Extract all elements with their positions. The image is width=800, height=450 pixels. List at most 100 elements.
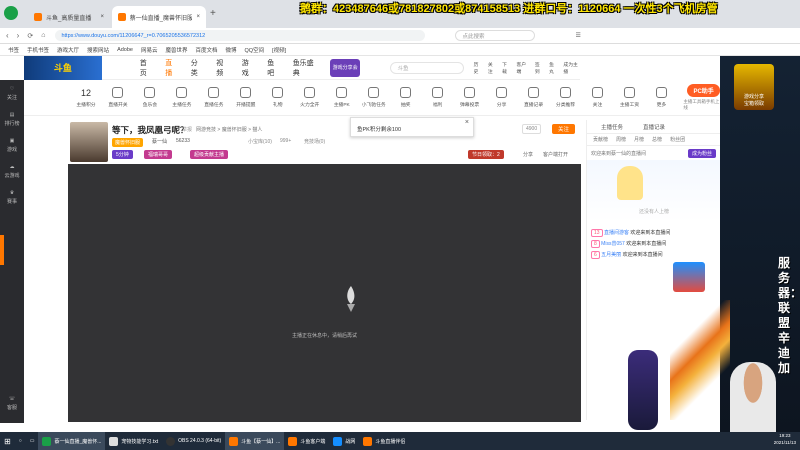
nav-festival[interactable]: 鱼乐盛典 [293, 58, 316, 78]
taskbar-item[interactable]: 斗鱼【蔡一仙】... [225, 432, 285, 450]
fan-button[interactable]: 成为粉丝 [687, 148, 716, 158]
clock[interactable]: 19:23 2021/11/13 [770, 432, 800, 450]
checkin-button[interactable]: 签到 [535, 61, 543, 75]
bookmark-item[interactable]: 百度文档 [196, 46, 218, 54]
streamer-nickname[interactable]: 蔡一仙 [152, 138, 167, 145]
browser-search-input[interactable]: 点此搜索 [455, 30, 536, 41]
event-ad[interactable]: 游戏分享 宝箱领取 [734, 64, 774, 110]
extensions-icon[interactable]: ☰ [575, 32, 580, 39]
search-taskbar-button[interactable]: ○ [15, 432, 26, 450]
sidebar-item-follow[interactable]: ♡ 关注 [0, 80, 24, 106]
tab-fans[interactable]: 粉丝团 [670, 136, 685, 143]
tool-item[interactable]: 主播任务 [166, 87, 198, 108]
tab-douyu-home[interactable]: 斗鱼_高质量直播 × [28, 6, 110, 28]
chat-user[interactable]: 直播间游客 [604, 230, 629, 236]
bookmark-item[interactable]: 微博 [226, 46, 237, 54]
promo-badge-icon[interactable] [673, 262, 705, 292]
client-button[interactable]: 客户端 [516, 61, 528, 75]
home-icon[interactable]: ⌂ [41, 32, 45, 39]
back-icon[interactable]: ‹ [6, 31, 9, 40]
follow-list-button[interactable]: 关注 [488, 61, 496, 75]
new-tab-button[interactable]: + [210, 8, 216, 19]
reload-icon[interactable]: ⟳ [27, 32, 33, 40]
bookmark-item[interactable]: Adobe [117, 47, 133, 53]
client-open-button[interactable]: 客户端打开 [543, 151, 568, 158]
taskbar-item[interactable]: 斗鱼直播伴侣 [359, 432, 409, 450]
taskbar-item[interactable]: 蔡一仙直播_魔兽怀... [38, 432, 106, 450]
close-icon[interactable]: × [465, 119, 469, 126]
nav-category[interactable]: 分类 [191, 58, 202, 78]
douyu-search-input[interactable]: 斗鱼 [390, 61, 464, 74]
sidebar-item-game[interactable]: ▣ 游戏 [0, 132, 24, 158]
start-button[interactable]: ⊞ [0, 432, 15, 450]
taskbar-item[interactable]: 战网 [329, 432, 359, 450]
tool-item[interactable]: 直播记录 [518, 87, 550, 108]
tool-item[interactable]: 直播任务 [198, 87, 230, 108]
tool-item[interactable]: 主播工资 [613, 87, 645, 108]
tool-item[interactable]: 弹幕投票 [454, 87, 486, 108]
chat-user[interactable]: Miss曾057 [601, 241, 625, 247]
avatar[interactable] [70, 122, 108, 162]
taskbar-item[interactable]: 斗鱼客户端 [284, 432, 329, 450]
header-banner[interactable]: 游戏分享会 [329, 58, 361, 77]
gift-badge[interactable]: 节日领取：2 [468, 150, 504, 159]
taskbar-item[interactable]: OBS 24.0.3 (64-bit) [162, 432, 225, 450]
bookmark-item[interactable]: QQ空间 [245, 46, 265, 54]
sidebar-item-esports[interactable]: ♛ 赛事 [0, 184, 24, 210]
tool-item[interactable]: 抽奖 [390, 87, 422, 108]
sidebar-collapse-handle[interactable] [0, 235, 4, 265]
taskbar-item[interactable]: 宠物技能学习.txt [105, 432, 162, 450]
nav-game[interactable]: 游戏 [242, 58, 253, 78]
douyu-logo[interactable]: 斗鱼 [24, 55, 102, 80]
become-streamer-button[interactable]: 成为主播 [563, 61, 580, 75]
tool-item[interactable]: 开播提醒 [230, 87, 262, 108]
tool-item[interactable]: 礼物 [262, 87, 294, 108]
sidebar-item-cloudgame[interactable]: ☁ 云游戏 [0, 158, 24, 184]
bookmark-item[interactable]: 手机书签 [27, 46, 49, 54]
share-button[interactable]: 分享 [523, 151, 533, 158]
video-player[interactable]: 主播正在休息中，请稍后再试 [68, 164, 581, 422]
download-button[interactable]: 下载 [502, 61, 510, 75]
bookmark-item[interactable]: 书签 [8, 46, 19, 54]
tool-item[interactable]: 福利 [422, 87, 454, 108]
history-button[interactable]: 历史 [474, 61, 482, 75]
sidebar-item-rank[interactable]: ▤ 排行榜 [0, 106, 24, 132]
fishball-button[interactable]: 鱼丸 [549, 61, 557, 75]
tool-item[interactable]: 分类推荐 [550, 87, 582, 108]
tool-item[interactable]: 鱼乐会 [134, 87, 166, 108]
category-breadcrumb[interactable]: 网游竞技 > 魔兽怀旧服 > 猫人 [196, 126, 262, 133]
sidebar-item-service[interactable]: ☏ 客服 [0, 390, 24, 416]
streamer-score[interactable]: 12 主播积分 [70, 88, 102, 108]
tag-badge[interactable]: 超级贡献主播 [190, 150, 229, 159]
bookmark-item[interactable]: 魔兽世界 [165, 46, 187, 54]
follow-button[interactable]: 关注 [552, 124, 576, 134]
nav-home[interactable]: 首页 [140, 58, 151, 78]
bookmark-item[interactable]: 搜索网站 [87, 46, 109, 54]
bookmark-item[interactable]: 游戏大厅 [57, 46, 79, 54]
tool-item[interactable]: 主播PK [326, 87, 358, 108]
tag-badge[interactable]: 福瑞哥哥 [144, 150, 173, 159]
forward-icon[interactable]: › [17, 31, 20, 40]
tab-total[interactable]: 总榜 [652, 136, 662, 143]
tab-week[interactable]: 周榜 [616, 136, 626, 143]
bookmark-item[interactable]: 网易云 [141, 46, 158, 54]
close-tab-icon[interactable]: × [196, 14, 200, 20]
tool-item[interactable]: 分享 [486, 87, 518, 108]
tool-item[interactable]: 火力全开 [294, 87, 326, 108]
report-link[interactable]: 举报 [182, 126, 192, 133]
pc-assistant[interactable]: PC助手 主播工具箱手机上线 [683, 84, 723, 111]
tab-stream[interactable]: 蔡一仙直播_魔兽怀旧服直播_斗... × [112, 6, 206, 28]
bookmark-item[interactable]: [视频] [272, 46, 286, 54]
chat-user[interactable]: 五月美丽 [601, 252, 621, 258]
tag-badge[interactable]: 5分钟 [112, 150, 133, 159]
nav-live[interactable]: 直播 [165, 58, 176, 78]
url-input[interactable]: https://www.douyu.com/11206647_r=0.70652… [55, 30, 426, 41]
tab-streamer-task[interactable]: 主播任务 [601, 123, 623, 131]
tool-item[interactable]: 关注 [582, 87, 614, 108]
tool-item[interactable]: 直播开关 [102, 87, 134, 108]
tool-item[interactable]: 小飞驰任务 [358, 87, 390, 108]
nav-yuba[interactable]: 鱼吧 [267, 58, 278, 78]
tab-month[interactable]: 月榜 [634, 136, 644, 143]
tab-live-record[interactable]: 直播记录 [643, 123, 665, 131]
tool-item[interactable]: 更多 [645, 87, 677, 108]
